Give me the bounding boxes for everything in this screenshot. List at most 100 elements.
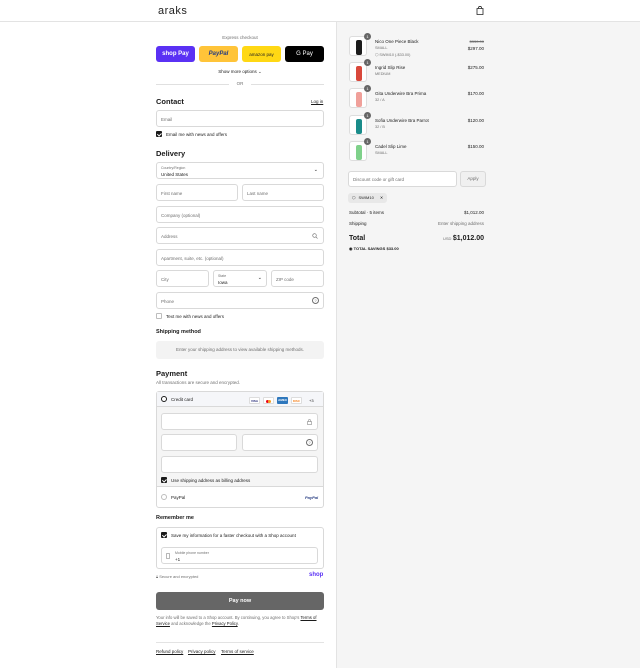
shipping-value: Enter shipping address [437, 221, 484, 226]
quantity-badge: 1 [364, 85, 371, 92]
paypal-radio[interactable] [161, 494, 167, 500]
billing-same-label: Use shipping address as billing address [171, 478, 251, 483]
terms-of-service-link[interactable]: Terms of service [221, 649, 254, 654]
city-field[interactable]: City [156, 270, 209, 287]
shop-pay-button[interactable]: shop Pay [156, 46, 195, 62]
lock-icon: 🔒︎ [156, 574, 159, 579]
discover-icon: DISC [291, 397, 302, 404]
shipping-method-heading: Shipping method [156, 329, 201, 335]
item-name: Sofia Underwire Bra Parrot [375, 118, 429, 123]
phone-field[interactable]: Phone ? [156, 292, 324, 309]
help-icon[interactable]: ? [312, 297, 319, 304]
subtotal-value: $1,012.00 [463, 210, 484, 215]
item-price: $120.00 [467, 118, 484, 123]
logo[interactable]: araks [158, 5, 187, 17]
product-swatch [356, 119, 362, 134]
save-info-label: Save my information for a faster checkou… [171, 532, 296, 538]
zip-field[interactable]: ZIP code [271, 270, 324, 287]
item-variant: MEDIUM [375, 72, 391, 76]
expiration-date-field[interactable] [161, 434, 237, 451]
privacy-policy-link[interactable]: Privacy policy [188, 649, 216, 654]
quantity-badge: 1 [364, 112, 371, 119]
item-variant: 32 / A [375, 98, 385, 102]
privacy-link[interactable]: Privacy Policy [212, 621, 238, 626]
quantity-badge: 1 [364, 33, 371, 40]
product-swatch [356, 66, 362, 81]
item-name: Cadel Slip Lime [375, 144, 407, 149]
amazon-pay-button[interactable]: amazon pay [242, 46, 281, 62]
shop-logo: shop [309, 572, 324, 578]
country-select[interactable]: Country/Region United States ⌄ [156, 162, 324, 179]
chevron-down-icon: ⌄ [257, 275, 262, 281]
text-news-label: Text me with news and offers [166, 314, 224, 319]
paypal-label: PayPal [171, 494, 186, 500]
paypal-express-button[interactable]: PayPal [199, 46, 238, 62]
email-news-label: Email me with news and offers [166, 131, 227, 137]
address-field[interactable]: Address [156, 227, 324, 244]
or-divider-text: OR [236, 81, 244, 86]
text-news-checkbox[interactable] [156, 313, 162, 319]
divider [251, 84, 324, 85]
email-field[interactable]: Email [156, 110, 324, 127]
bag-icon[interactable] [476, 6, 484, 15]
name-on-card-field[interactable] [161, 456, 318, 473]
express-checkout-title: Express checkout [222, 35, 258, 40]
discount-tag: ⬡ SWIM10 ✕ [348, 193, 388, 203]
item-price: $275.00 [467, 65, 484, 70]
google-pay-button[interactable]: G Pay [285, 46, 324, 62]
tag-icon: ⬡ [352, 195, 356, 200]
total-savings: ◉ TOTAL SAVINGS $33.00 [349, 246, 399, 251]
shipping-label: Shipping [349, 221, 367, 226]
divider [156, 84, 229, 85]
item-price: $170.00 [467, 91, 484, 96]
login-link[interactable]: Log in [311, 99, 323, 104]
help-icon[interactable]: ? [306, 439, 313, 446]
pay-now-button[interactable]: Pay now [156, 592, 324, 610]
visa-icon: VISA [249, 397, 260, 404]
item-name: Gita Underwire Bra Prima [375, 91, 427, 96]
mobile-phone-field[interactable]: Mobile phone number +1 [161, 547, 318, 564]
product-swatch [356, 40, 362, 55]
credit-card-radio[interactable] [161, 396, 167, 402]
billing-same-checkbox[interactable] [161, 477, 167, 483]
refund-policy-link[interactable]: Refund policy [156, 649, 183, 654]
item-variant: SMALL [375, 151, 388, 155]
delivery-heading: Delivery [156, 149, 186, 158]
save-info-checkbox[interactable] [161, 532, 167, 538]
mobile-phone-icon [166, 553, 170, 559]
payment-heading: Payment [156, 369, 188, 378]
secure-encrypted-text: 🔒︎ Secure and encrypted [156, 574, 199, 579]
divider [156, 642, 324, 643]
apartment-field[interactable]: Apartment, suite, etc. (optional) [156, 249, 324, 266]
security-code-field[interactable]: ? [242, 434, 318, 451]
chevron-down-icon: ⌄ [258, 69, 262, 74]
quantity-badge: 1 [364, 59, 371, 66]
apply-button[interactable]: Apply [460, 171, 486, 187]
contact-heading: Contact [156, 97, 184, 106]
item-variant: SMALL [375, 46, 388, 50]
subtotal-label: Subtotal · 5 items [349, 210, 385, 215]
state-select[interactable]: State Iowa ⌄ [213, 270, 267, 287]
total-value: USD $1,012.00 [443, 235, 484, 242]
item-old-price: $330.00 [469, 39, 484, 44]
payment-subtitle: All transactions are secure and encrypte… [156, 380, 241, 385]
mastercard-icon [263, 397, 274, 404]
item-price: $150.00 [467, 144, 484, 149]
close-icon[interactable]: ✕ [380, 193, 383, 203]
last-name-field[interactable]: Last name [242, 184, 324, 201]
credit-card-label: Credit card [171, 397, 194, 402]
card-number-field[interactable] [161, 413, 318, 430]
item-name: Ingrid Slip Rise [375, 65, 406, 70]
item-discount: ⬡ SWIM10 (-$33.00) [375, 53, 411, 57]
email-news-checkbox[interactable] [156, 131, 162, 137]
lock-icon [307, 419, 312, 425]
show-more-options[interactable]: Show more options ⌄ [156, 69, 324, 75]
amex-icon: AMEX [277, 397, 288, 404]
product-swatch [356, 92, 362, 107]
item-variant: 32 / B [375, 125, 385, 129]
discount-code-field[interactable]: Discount code or gift card [348, 171, 457, 187]
search-icon [312, 233, 318, 239]
first-name-field[interactable]: First name [156, 184, 238, 201]
paypal-logo: PayPal [305, 495, 319, 500]
company-field[interactable]: Company (optional) [156, 206, 324, 223]
